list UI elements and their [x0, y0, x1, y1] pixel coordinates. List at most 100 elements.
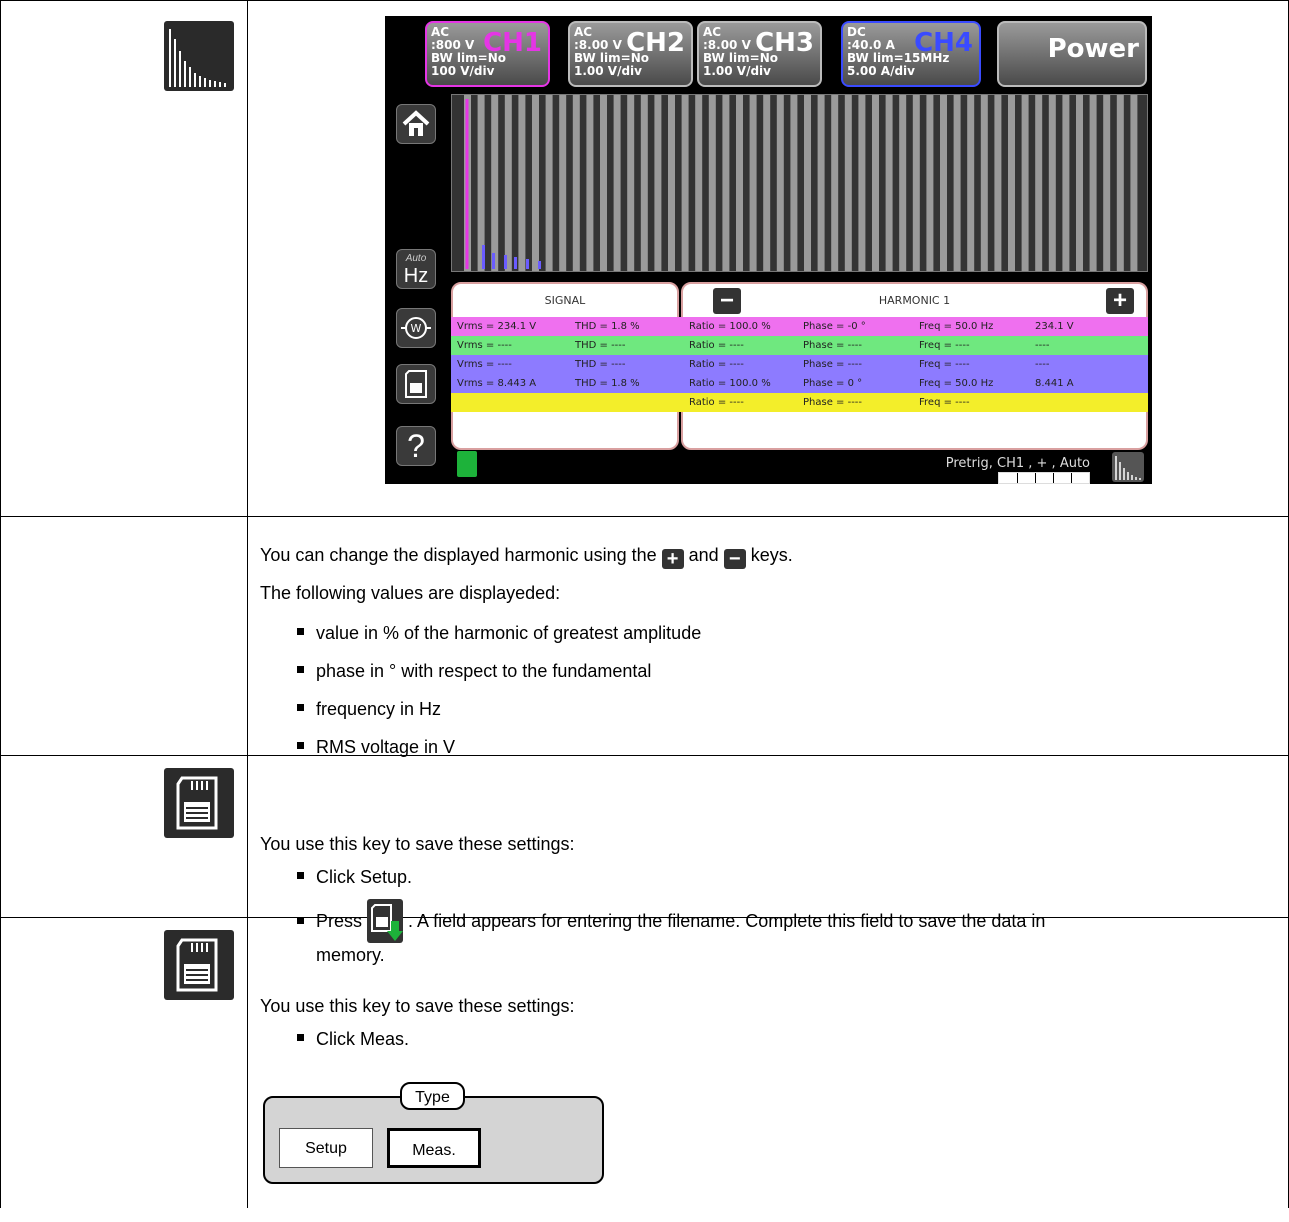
measurement-row: Ratio = ---- Phase = ---- Freq = ----: [451, 393, 1148, 412]
measurement-vrms: Vrms = 234.1 V: [457, 321, 537, 332]
save-setup-description: You use this key to save these settings:…: [260, 832, 1270, 967]
harmonic-slot: [926, 95, 934, 271]
harmonic-slot: [817, 95, 825, 271]
channel-ch1[interactable]: AC :800 V BW lim=No 100 V/div CH1: [425, 21, 550, 87]
measurement-phase: Phase = ----: [803, 359, 863, 370]
harmonic-slot: [586, 95, 594, 271]
measurement-vrms: Vrms = ----: [457, 359, 512, 370]
measurement-phase: Phase = ----: [803, 397, 863, 408]
save-icon-cell-2: [0, 917, 248, 1208]
bullet-text: RMS voltage in V: [316, 737, 456, 757]
measurement-freq: Freq = 50.0 Hz: [919, 321, 994, 332]
auto-hz-button[interactable]: Auto Hz: [396, 249, 436, 289]
harmonic-slot: [654, 95, 662, 271]
harmonic-slot: [681, 95, 689, 271]
bullet-item: Press . A field appears for entering the…: [260, 899, 1270, 967]
list-intro: The following values are displayeded:: [260, 583, 561, 603]
help-label: ?: [407, 427, 425, 464]
channel-name: CH4: [914, 28, 973, 58]
channel-ch3[interactable]: AC :8.00 V BW lim=No 1.00 V/div CH3: [697, 21, 822, 87]
plus-button[interactable]: +: [1106, 288, 1134, 314]
bullet-item: frequency in Hz: [260, 697, 1270, 721]
harmonic-slot: [776, 95, 784, 271]
setup-button[interactable]: Setup: [279, 1128, 373, 1168]
harmonic-bar: [482, 245, 485, 269]
help-button[interactable]: ?: [396, 426, 436, 466]
memory-card-icon: [405, 370, 427, 398]
press-text: Press: [316, 911, 363, 931]
harmonic-slot: [844, 95, 852, 271]
plus-label: +: [1112, 287, 1127, 314]
measurement-phase: Phase = -0 °: [803, 321, 866, 332]
harmonic-slot: [1062, 95, 1070, 271]
harmonic-slot: [708, 95, 716, 271]
press-rest-text: . A field appears for entering the filen…: [408, 911, 1046, 931]
bullet-text: Click Meas.: [316, 1029, 410, 1049]
measurement-ratio: Ratio = ----: [689, 359, 744, 370]
save-icon-cell: [0, 755, 248, 918]
keys-text: keys.: [750, 545, 793, 565]
save-meas-description: You use this key to save these settings:…: [260, 994, 1270, 1051]
hz-label: Hz: [403, 265, 429, 287]
measurement-row: Vrms = ---- THD = ---- Ratio = ---- Phase =…: [451, 355, 1148, 374]
harmonic-slot: [885, 95, 893, 271]
trigger-status: Pretrig, CH1 , + , Auto: [945, 456, 1090, 471]
harmonic-slot: [1116, 95, 1124, 271]
svg-text:W: W: [411, 322, 422, 335]
harmonic-slot: [1103, 95, 1111, 271]
measurement-freq: Freq = ----: [919, 359, 970, 370]
measurement-freq: Freq = 50.0 Hz: [919, 378, 994, 389]
intro-line: You can change the displayed harmonic us…: [260, 543, 1270, 569]
measurement-thd: THD = ----: [575, 340, 626, 351]
scope-screenshot: AC :800 V BW lim=No 100 V/div CH1 AC :8.…: [385, 16, 1152, 484]
power-mode-button[interactable]: W: [396, 308, 436, 348]
channel-ch4[interactable]: DC :40.0 A BW lim=15MHz 5.00 A/div CH4: [841, 21, 981, 87]
harmonic-slot: [572, 95, 580, 271]
measurement-ratio: Ratio = ----: [689, 340, 744, 351]
bullet-item: Click Meas.: [260, 1027, 1270, 1051]
harmonic-slot: [518, 95, 526, 271]
harmonics-icon: [164, 21, 234, 91]
measurement-vrms: Vrms = 8.443 A: [457, 378, 537, 389]
power-button[interactable]: Power: [997, 21, 1147, 87]
harmonic-slot: [790, 95, 798, 271]
measurement-freq: Freq = ----: [919, 397, 970, 408]
harmonic-slot: [695, 95, 703, 271]
harmonic-slot: [994, 95, 1002, 271]
bullet-item: Click Setup.: [260, 865, 1270, 889]
bullet-item: phase in ° with respect to the fundament…: [260, 659, 1270, 683]
harmonic-slot: [477, 95, 485, 271]
measurement-ratio: Ratio = 100.0 %: [689, 378, 771, 389]
measurement-phase: Phase = 0 °: [803, 378, 863, 389]
harmonic-slot: [953, 95, 961, 271]
harmonic-slot: [559, 95, 567, 271]
home-button[interactable]: [396, 104, 436, 144]
memory-button[interactable]: [396, 364, 436, 404]
wattmeter-icon: W: [401, 317, 431, 339]
harmonics-bars: [464, 95, 1138, 271]
harmonic-bar: [526, 259, 529, 269]
channel-ch2[interactable]: AC :8.00 V BW lim=No 1.00 V/div CH2: [568, 21, 693, 87]
harmonic-slot: [627, 95, 635, 271]
home-icon: [402, 110, 430, 136]
harmonic-slot: [600, 95, 607, 271]
trigger-bar: [998, 472, 1090, 484]
meas-button[interactable]: Meas.: [387, 1128, 481, 1168]
harmonic-slot: [749, 95, 757, 271]
measurement-ratio: Ratio = 100.0 %: [689, 321, 771, 332]
intro-text: You use this key to save these settings:: [260, 834, 575, 854]
harmonic-bar: [538, 261, 541, 269]
measurement-rms: ----: [1035, 340, 1050, 351]
harmonic-slot: [1035, 95, 1043, 271]
minus-key-icon: −: [723, 549, 746, 569]
measurement-row: Vrms = ---- THD = ---- Ratio = ---- Phase =…: [451, 336, 1148, 355]
minus-button[interactable]: −: [713, 288, 741, 314]
harmonics-mode-icon[interactable]: [1112, 452, 1144, 482]
power-label: Power: [1047, 34, 1139, 64]
measurement-rms: 8.441 A: [1035, 378, 1074, 389]
measurement-thd: THD = 1.8 %: [575, 321, 640, 332]
memory-text: memory.: [316, 945, 385, 965]
bullet-item: RMS voltage in V: [260, 735, 1270, 759]
harmonic-slot: [1021, 95, 1029, 271]
type-label: Type: [400, 1082, 465, 1110]
